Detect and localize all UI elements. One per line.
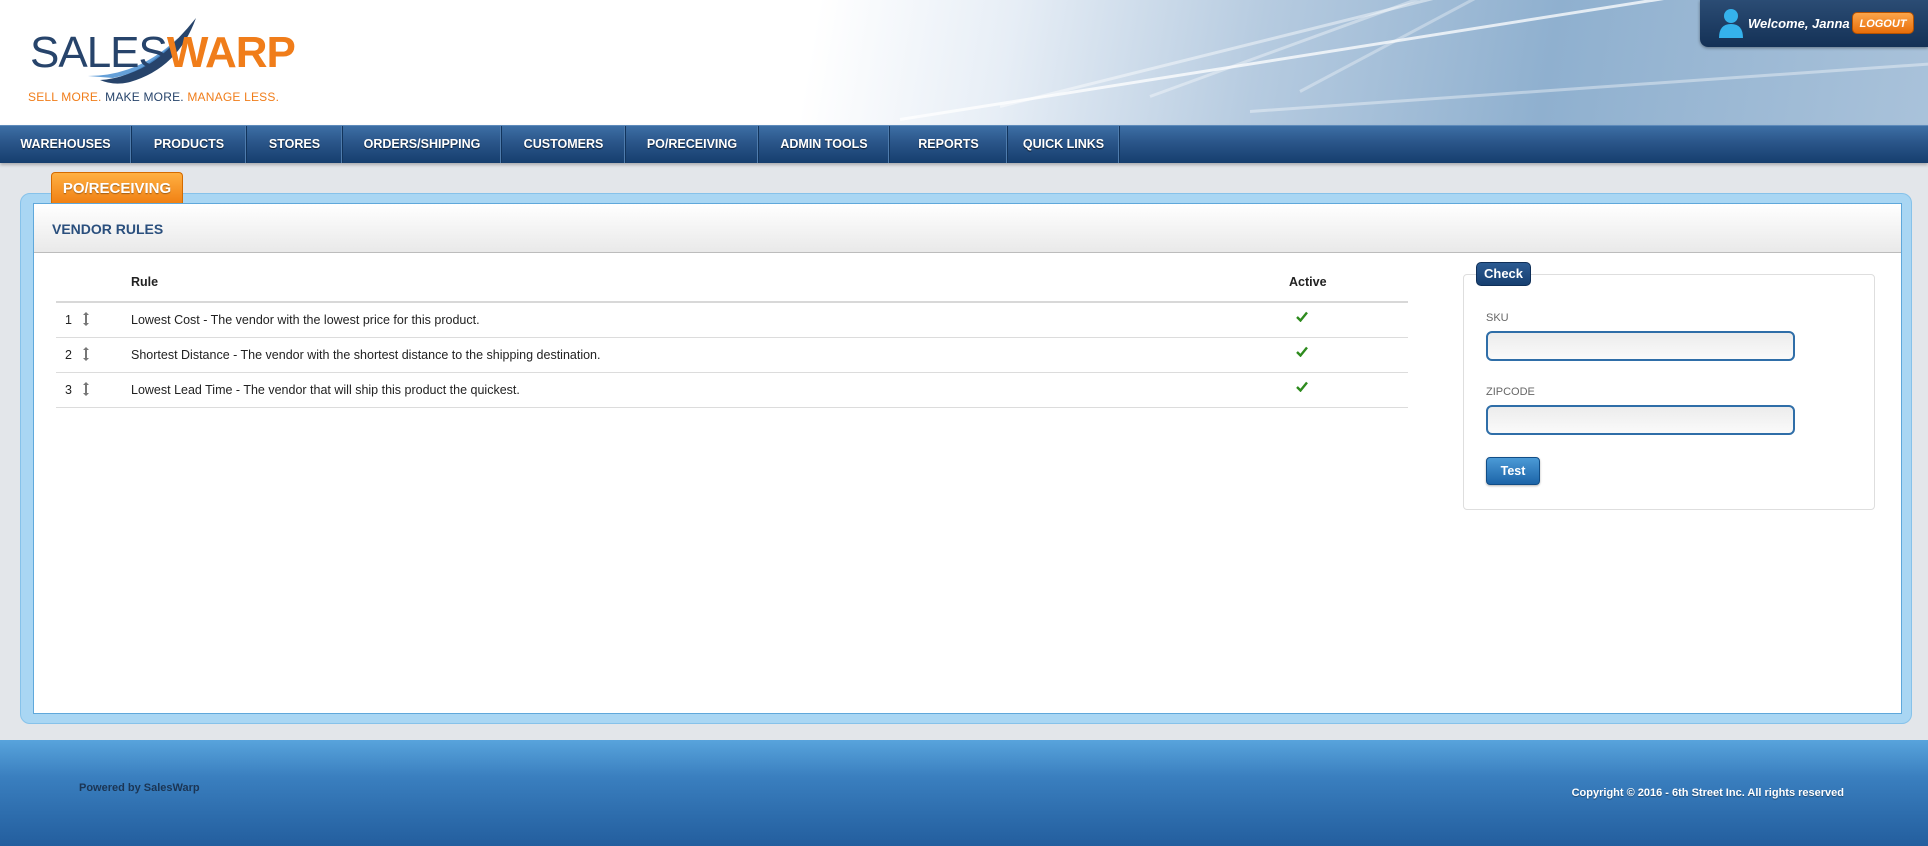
section-tab: PO/RECEIVING (51, 172, 183, 204)
logout-button[interactable]: LOGOUT (1852, 12, 1914, 34)
nav-item-po-receiving[interactable]: PO/RECEIVING (626, 126, 759, 163)
copyright-text: Copyright © 2016 - 6th Street Inc. All r… (1571, 787, 1844, 799)
drag-handle-icon[interactable] (82, 312, 90, 326)
main-nav: WAREHOUSES PRODUCTS STORES ORDERS/SHIPPI… (0, 125, 1928, 163)
rule-description: Lowest Lead Time - The vendor that will … (131, 383, 520, 397)
nav-item-admin-tools[interactable]: ADMIN TOOLS (759, 126, 890, 163)
table-row[interactable]: 3 Lowest Lead Time - The vendor that wil… (56, 373, 1408, 408)
drag-handle-icon[interactable] (82, 347, 90, 361)
welcome-text: Welcome, Janna (1748, 16, 1850, 31)
zipcode-input[interactable] (1486, 405, 1795, 435)
checkmark-icon (1296, 381, 1308, 392)
rule-description: Shortest Distance - The vendor with the … (131, 348, 601, 362)
page-footer: Powered by SalesWarp Copyright © 2016 - … (0, 740, 1928, 846)
logo-tagline: SELL MORE. MAKE MORE. MANAGE LESS. (28, 90, 280, 104)
page-title: VENDOR RULES (52, 221, 164, 237)
table-header-row: Rule Active (56, 264, 1408, 303)
table-row[interactable]: 2 Shortest Distance - The vendor with th… (56, 338, 1408, 373)
rules-table: Rule Active 1 Lowest Cost - The vendor w… (56, 264, 1408, 408)
nav-item-orders-shipping[interactable]: ORDERS/SHIPPING (343, 126, 502, 163)
nav-item-quick-links[interactable]: QUICK LINKS (1008, 126, 1120, 163)
nav-item-customers[interactable]: CUSTOMERS (502, 126, 626, 163)
zipcode-label: ZIPCODE (1486, 386, 1535, 398)
sku-input[interactable] (1486, 331, 1795, 361)
user-icon (1719, 9, 1743, 38)
sku-label: SKU (1486, 312, 1509, 324)
logo-wordmark: SALESWARP (30, 28, 296, 77)
test-button[interactable]: Test (1486, 457, 1540, 485)
drag-handle-icon[interactable] (82, 382, 90, 396)
rule-description: Lowest Cost - The vendor with the lowest… (131, 313, 480, 327)
checkmark-icon (1296, 311, 1308, 322)
column-header-rule: Rule (131, 275, 159, 289)
check-legend: Check (1476, 262, 1532, 286)
nav-item-warehouses[interactable]: WAREHOUSES (0, 126, 132, 163)
checkmark-icon (1296, 346, 1308, 357)
page-header: SALESWARP SELL MORE. MAKE MORE. MANAGE L… (0, 0, 1928, 125)
table-row[interactable]: 1 Lowest Cost - The vendor with the lowe… (56, 303, 1408, 338)
powered-by-text: Powered by SalesWarp (79, 782, 200, 794)
rule-index: 1 (65, 313, 72, 327)
rule-index: 3 (65, 383, 72, 397)
nav-item-products[interactable]: PRODUCTS (132, 126, 247, 163)
rule-index: 2 (65, 348, 72, 362)
column-header-active: Active (1289, 275, 1327, 289)
user-panel: Welcome, Janna LOGOUT (1700, 0, 1928, 47)
nav-item-stores[interactable]: STORES (247, 126, 343, 163)
nav-item-reports[interactable]: REPORTS (890, 126, 1008, 163)
panel-header: VENDOR RULES (34, 204, 1901, 253)
saleswarp-logo[interactable]: SALESWARP SELL MORE. MAKE MORE. MANAGE L… (28, 18, 296, 108)
